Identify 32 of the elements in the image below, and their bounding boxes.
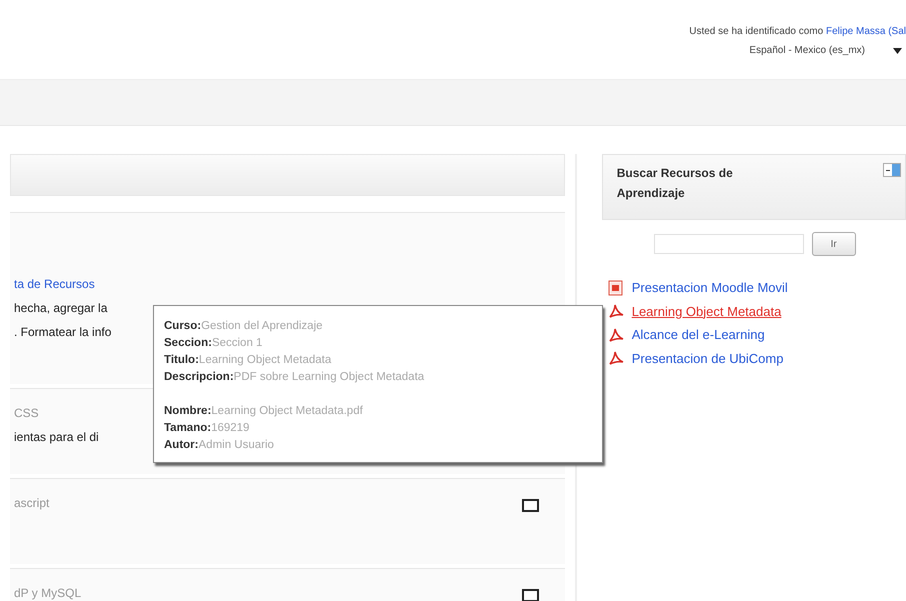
block-title: Buscar Recursos de Aprendizaje (616, 165, 734, 202)
resource-link[interactable]: Presentacion de UbiComp (632, 348, 784, 368)
resource-link[interactable]: Learning Object Metadata (632, 302, 782, 321)
search-field[interactable] (654, 234, 804, 254)
section-title: dP y MySQL (14, 585, 82, 601)
presentation-icon (608, 280, 624, 296)
section-title: CSS (14, 405, 39, 422)
login-info: Usted se ha identificado como Felipe Massa (Sal (689, 25, 906, 39)
section-text: ientas para el di (14, 429, 99, 445)
metadata-row-text: Curso:Gestion del Aprendizaje (164, 319, 324, 334)
language-select[interactable]: Español - Mexico (es_mx) (749, 43, 865, 58)
checkbox[interactable] (522, 589, 539, 601)
caret-icon (893, 48, 902, 54)
metadata-row-text: Titulo:Learning Object Metadata (164, 353, 332, 368)
section-title: ascript (14, 495, 50, 512)
pdf-icon (608, 350, 624, 366)
user-link[interactable]: Felipe Massa (Sal (826, 26, 906, 37)
resource-link[interactable]: Alcance del e-Learning (632, 325, 765, 344)
metadata-row-text: Descripcion:PDF sobre Learning Object Metadata (164, 370, 426, 385)
resource-link[interactable]: Presentacion Moodle Movil (632, 278, 788, 298)
resource-link[interactable]: ta de Recursos (14, 275, 95, 293)
go-button[interactable]: Ir (812, 232, 856, 256)
collapse-toggle-icon[interactable] (883, 163, 902, 177)
checkbox[interactable] (522, 499, 539, 512)
pdf-icon (608, 303, 624, 320)
metadata-row-text: Autor:Admin Usuario (164, 438, 275, 453)
metadata-row-text: Tamano:169219 (164, 421, 250, 436)
metadata-row-text: Nombre:Learning Object Metadata.pdf (164, 404, 364, 419)
section-text: hecha, agregar la (14, 300, 108, 316)
metadata-row-text: Seccion:Seccion 1 (164, 336, 264, 351)
pdf-icon (608, 326, 624, 343)
section-text: . Formatear la info (14, 324, 112, 340)
